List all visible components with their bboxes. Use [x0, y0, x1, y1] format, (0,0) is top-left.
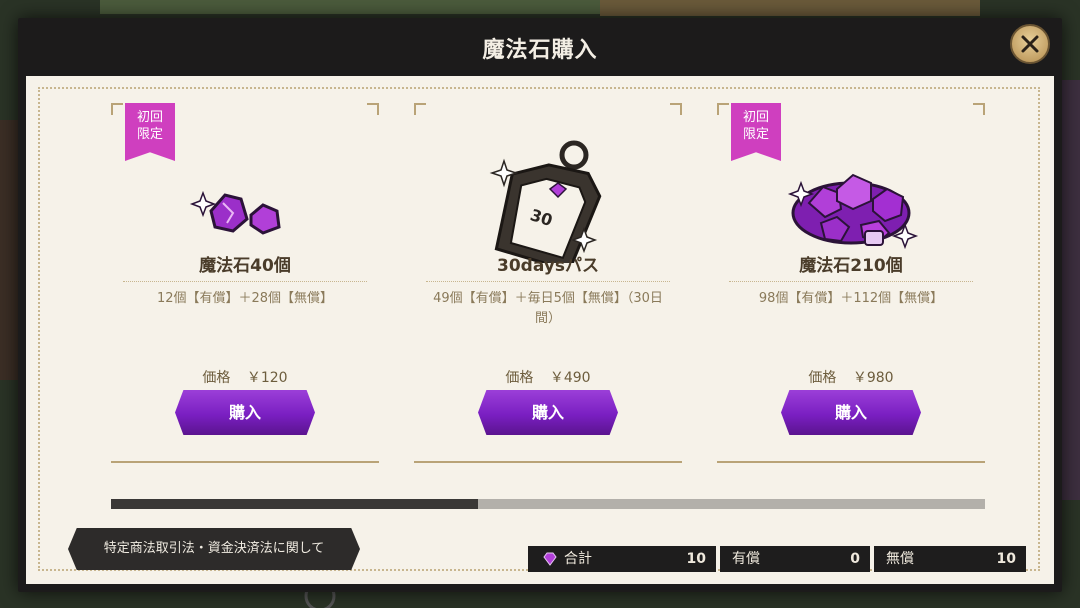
- small-gem-icon: [189, 190, 281, 235]
- legal-info-button[interactable]: 特定商法取引法・資金決済法に関して: [68, 528, 360, 570]
- divider: [123, 281, 367, 282]
- buy-button-label: 購入: [834, 403, 867, 422]
- close-icon: [1021, 35, 1039, 53]
- price-value: ￥120: [246, 370, 288, 386]
- gem-icon: [543, 552, 557, 566]
- product-card-gems-210: 初回 限定 魔法石210個 98個【有償】＋112個【無償】 価格 ￥980 購…: [717, 103, 985, 463]
- price-line: 価格 ￥490: [414, 367, 682, 387]
- content-panel: 初回 限定 魔法石40個 12個【有償】＋28個【無償】 価格 ￥120 購入: [26, 76, 1054, 584]
- purchase-dialog: 魔法石購入 初回 限定 魔法石40個 12個【有償】＋28個【無償】 価格 ￥1…: [18, 18, 1062, 592]
- close-button[interactable]: [1010, 24, 1050, 64]
- horizontal-scrollbar[interactable]: [111, 499, 985, 509]
- product-name: 魔法石40個: [199, 256, 291, 276]
- product-card-gems-40: 初回 限定 魔法石40個 12個【有償】＋28個【無償】 価格 ￥120 購入: [111, 103, 379, 463]
- pass-tag-icon: 30: [489, 140, 602, 263]
- product-description: 49個【有償】＋毎日5個【無償】（30日間）: [433, 291, 663, 326]
- free-box: 無償 10: [874, 546, 1026, 572]
- gem-pile-icon: [787, 173, 919, 250]
- divider: [426, 281, 670, 282]
- total-value: 10: [686, 551, 706, 567]
- buy-button-label: 購入: [228, 403, 261, 422]
- legal-info-label: 特定商法取引法・資金決済法に関して: [103, 541, 325, 556]
- total-box: 合計 10: [528, 546, 716, 572]
- dialog-title: 魔法石購入: [482, 38, 598, 63]
- total-label: 合計: [564, 551, 592, 567]
- free-value: 10: [996, 551, 1016, 567]
- price-label: 価格: [808, 370, 837, 386]
- price-value: ￥490: [549, 370, 591, 386]
- paid-box: 有償 0: [720, 546, 870, 572]
- paid-label: 有償: [732, 551, 760, 567]
- scrollbar-thumb[interactable]: [111, 499, 479, 509]
- buy-button-label: 購入: [531, 403, 564, 422]
- product-name: 30daysパス: [497, 256, 599, 276]
- price-label: 価格: [505, 370, 534, 386]
- divider: [729, 281, 973, 282]
- product-description: 12個【有償】＋28個【無償】: [156, 291, 334, 306]
- price-value: ￥980: [852, 370, 894, 386]
- buy-button[interactable]: 購入: [478, 390, 618, 435]
- buy-button[interactable]: 購入: [781, 390, 921, 435]
- dialog-header: 魔法石購入: [18, 18, 1062, 76]
- price-line: 価格 ￥980: [717, 367, 985, 387]
- product-name: 魔法石210個: [799, 256, 903, 276]
- buy-button[interactable]: 購入: [175, 390, 315, 435]
- product-description: 98個【有償】＋112個【無償】: [758, 291, 944, 306]
- free-label: 無償: [886, 551, 914, 567]
- price-line: 価格 ￥120: [111, 367, 379, 387]
- paid-value: 0: [850, 551, 860, 567]
- price-label: 価格: [202, 370, 231, 386]
- product-card-30days-pass: 30 30daysパス 49個【有償】＋毎日5個【無償】（30日間） 価格 ￥4…: [414, 103, 682, 463]
